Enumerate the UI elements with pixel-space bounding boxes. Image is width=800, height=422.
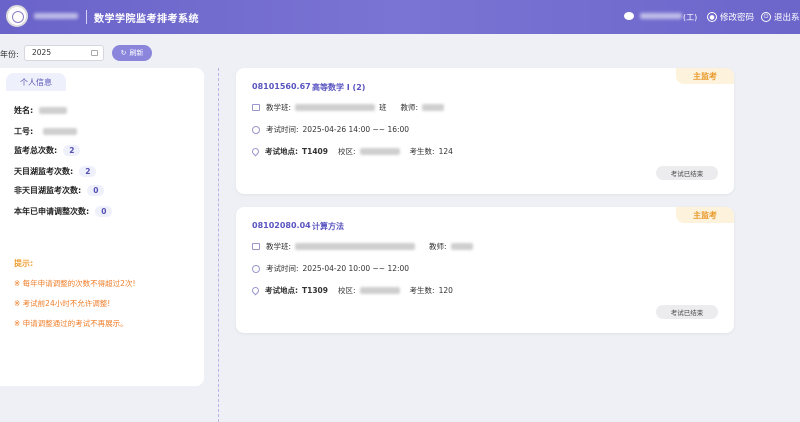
tianmu-count-badge: 2 bbox=[79, 166, 97, 177]
adjust-row: 本年已申请调整次数: 0 bbox=[14, 206, 113, 217]
non-tianmu-label: 非天目湖监考次数: bbox=[14, 186, 82, 195]
class-label: 教学班: bbox=[266, 103, 292, 112]
exam-card: 08102080.04 计算方法 主监考 教学班: 教师: 考试时间: 2025… bbox=[236, 207, 734, 333]
refresh-label: 刷新 bbox=[129, 49, 144, 57]
redacted-school-name bbox=[34, 13, 78, 19]
teacher-label: 教师: bbox=[429, 242, 447, 251]
tianmu-row: 天目湖监考次数: 2 bbox=[14, 166, 97, 177]
time-label: 考试时间: bbox=[266, 264, 299, 273]
class-label: 教学班: bbox=[266, 242, 292, 251]
time-value: 2025-04-26 14:00 ~~ 16:00 bbox=[302, 125, 410, 134]
campus-label: 校区: bbox=[338, 286, 356, 295]
year-picker[interactable]: 2025 bbox=[24, 45, 104, 61]
top-header: 数学学院监考排考系统 (工) ● 修改密码 ⏻ 退出系 bbox=[0, 0, 800, 34]
logout-button[interactable]: ⏻ 退出系 bbox=[761, 11, 800, 23]
adjust-count-badge: 0 bbox=[95, 206, 113, 217]
class-icon bbox=[252, 243, 260, 250]
non-tianmu-count-badge: 0 bbox=[87, 185, 105, 196]
class-line: 教学班: 教师: bbox=[252, 241, 473, 252]
university-logo bbox=[6, 5, 28, 27]
redacted-username bbox=[640, 13, 682, 19]
role-badge: 主监考 bbox=[676, 207, 734, 223]
redacted-teacher bbox=[450, 243, 473, 250]
change-password-button[interactable]: ● 修改密码 bbox=[707, 11, 754, 23]
dashed-divider bbox=[218, 68, 219, 422]
time-line: 考试时间: 2025-04-26 14:00 ~~ 16:00 bbox=[252, 124, 409, 135]
exam-card: 08101560.67 高等数学 I (2) 主监考 教学班: 班 教师: 考试… bbox=[236, 68, 734, 194]
time-line: 考试时间: 2025-04-20 10:00 ~~ 12:00 bbox=[252, 263, 409, 274]
calendar-icon bbox=[91, 50, 98, 56]
redacted-teacher bbox=[422, 104, 445, 111]
user-settings-icon: ● bbox=[707, 12, 717, 22]
redacted-id bbox=[43, 128, 78, 135]
exam-course: 计算方法 bbox=[312, 222, 344, 231]
tip-item: ※ 考试前24小时不允许调整! bbox=[14, 299, 111, 308]
campus-label: 校区: bbox=[338, 147, 356, 156]
location-line: 考试地点: T1309 校区: 考生数: 120 bbox=[250, 285, 453, 296]
clock-icon bbox=[252, 125, 260, 134]
personal-info-tab[interactable]: 个人信息 bbox=[6, 73, 66, 91]
personal-info-panel: 个人信息 姓名: 工号: 监考总次数: 2 天目湖监考次数: 2 非天目湖监考次… bbox=[0, 68, 204, 386]
tip-item: ※ 每年申请调整的次数不得超过2次! bbox=[14, 279, 136, 288]
year-label: 年份: bbox=[0, 50, 19, 59]
refresh-icon: ↻ bbox=[120, 49, 127, 57]
count-value: 120 bbox=[438, 286, 453, 295]
location-value: T1409 bbox=[302, 147, 328, 156]
redacted-campus bbox=[359, 148, 400, 155]
app-title: 数学学院监考排考系统 bbox=[94, 14, 199, 25]
total-row: 监考总次数: 2 bbox=[14, 145, 81, 156]
location-line: 考试地点: T1409 校区: 考生数: 124 bbox=[250, 146, 453, 157]
total-count-badge: 2 bbox=[63, 145, 81, 156]
exam-status-button[interactable]: 考试已结束 bbox=[656, 166, 718, 180]
time-label: 考试时间: bbox=[266, 125, 299, 134]
adjust-label: 本年已申请调整次数: bbox=[14, 207, 90, 216]
location-label: 考试地点: bbox=[265, 147, 298, 156]
count-label: 考生数: bbox=[409, 147, 435, 156]
title-divider bbox=[86, 10, 87, 24]
location-pin-icon bbox=[250, 146, 261, 157]
tip-item: ※ 申请调整通过的考试不再展示。 bbox=[14, 319, 128, 328]
total-label: 监考总次数: bbox=[14, 146, 58, 155]
location-pin-icon bbox=[250, 285, 261, 296]
exam-code: 08102080.04 bbox=[252, 221, 311, 230]
non-tianmu-row: 非天目湖监考次数: 0 bbox=[14, 185, 105, 196]
refresh-button[interactable]: ↻ 刷新 bbox=[112, 45, 152, 61]
redacted-class bbox=[295, 243, 416, 250]
username-suffix: (工) bbox=[683, 13, 698, 22]
user-icon bbox=[624, 12, 634, 20]
id-label: 工号: bbox=[14, 127, 34, 136]
location-value: T1309 bbox=[302, 286, 328, 295]
location-label: 考试地点: bbox=[265, 286, 298, 295]
exam-code: 08101560.67 bbox=[252, 82, 311, 91]
power-icon: ⏻ bbox=[761, 12, 771, 22]
exam-course: 高等数学 I (2) bbox=[312, 83, 366, 92]
tips-title: 提示: bbox=[14, 259, 34, 268]
teacher-label: 教师: bbox=[400, 103, 419, 112]
role-badge: 主监考 bbox=[676, 68, 734, 84]
class-suffix: 班 bbox=[379, 103, 387, 112]
exam-status-button[interactable]: 考试已结束 bbox=[656, 305, 718, 319]
tianmu-label: 天目湖监考次数: bbox=[14, 167, 74, 176]
clock-icon bbox=[252, 264, 260, 273]
class-icon bbox=[252, 104, 260, 111]
time-value: 2025-04-20 10:00 ~~ 12:00 bbox=[302, 264, 410, 273]
count-value: 124 bbox=[438, 147, 453, 156]
class-line: 教学班: 班 教师: bbox=[252, 102, 445, 113]
redacted-class bbox=[295, 104, 376, 111]
name-label: 姓名: bbox=[14, 106, 34, 115]
logout-label: 退出系 bbox=[774, 13, 800, 23]
year-value: 2025 bbox=[32, 48, 52, 57]
count-label: 考生数: bbox=[409, 286, 435, 295]
name-row: 姓名: bbox=[14, 105, 68, 116]
redacted-name bbox=[39, 107, 68, 114]
id-row: 工号: bbox=[14, 126, 78, 137]
change-password-label: 修改密码 bbox=[720, 13, 755, 23]
redacted-campus bbox=[359, 287, 400, 294]
